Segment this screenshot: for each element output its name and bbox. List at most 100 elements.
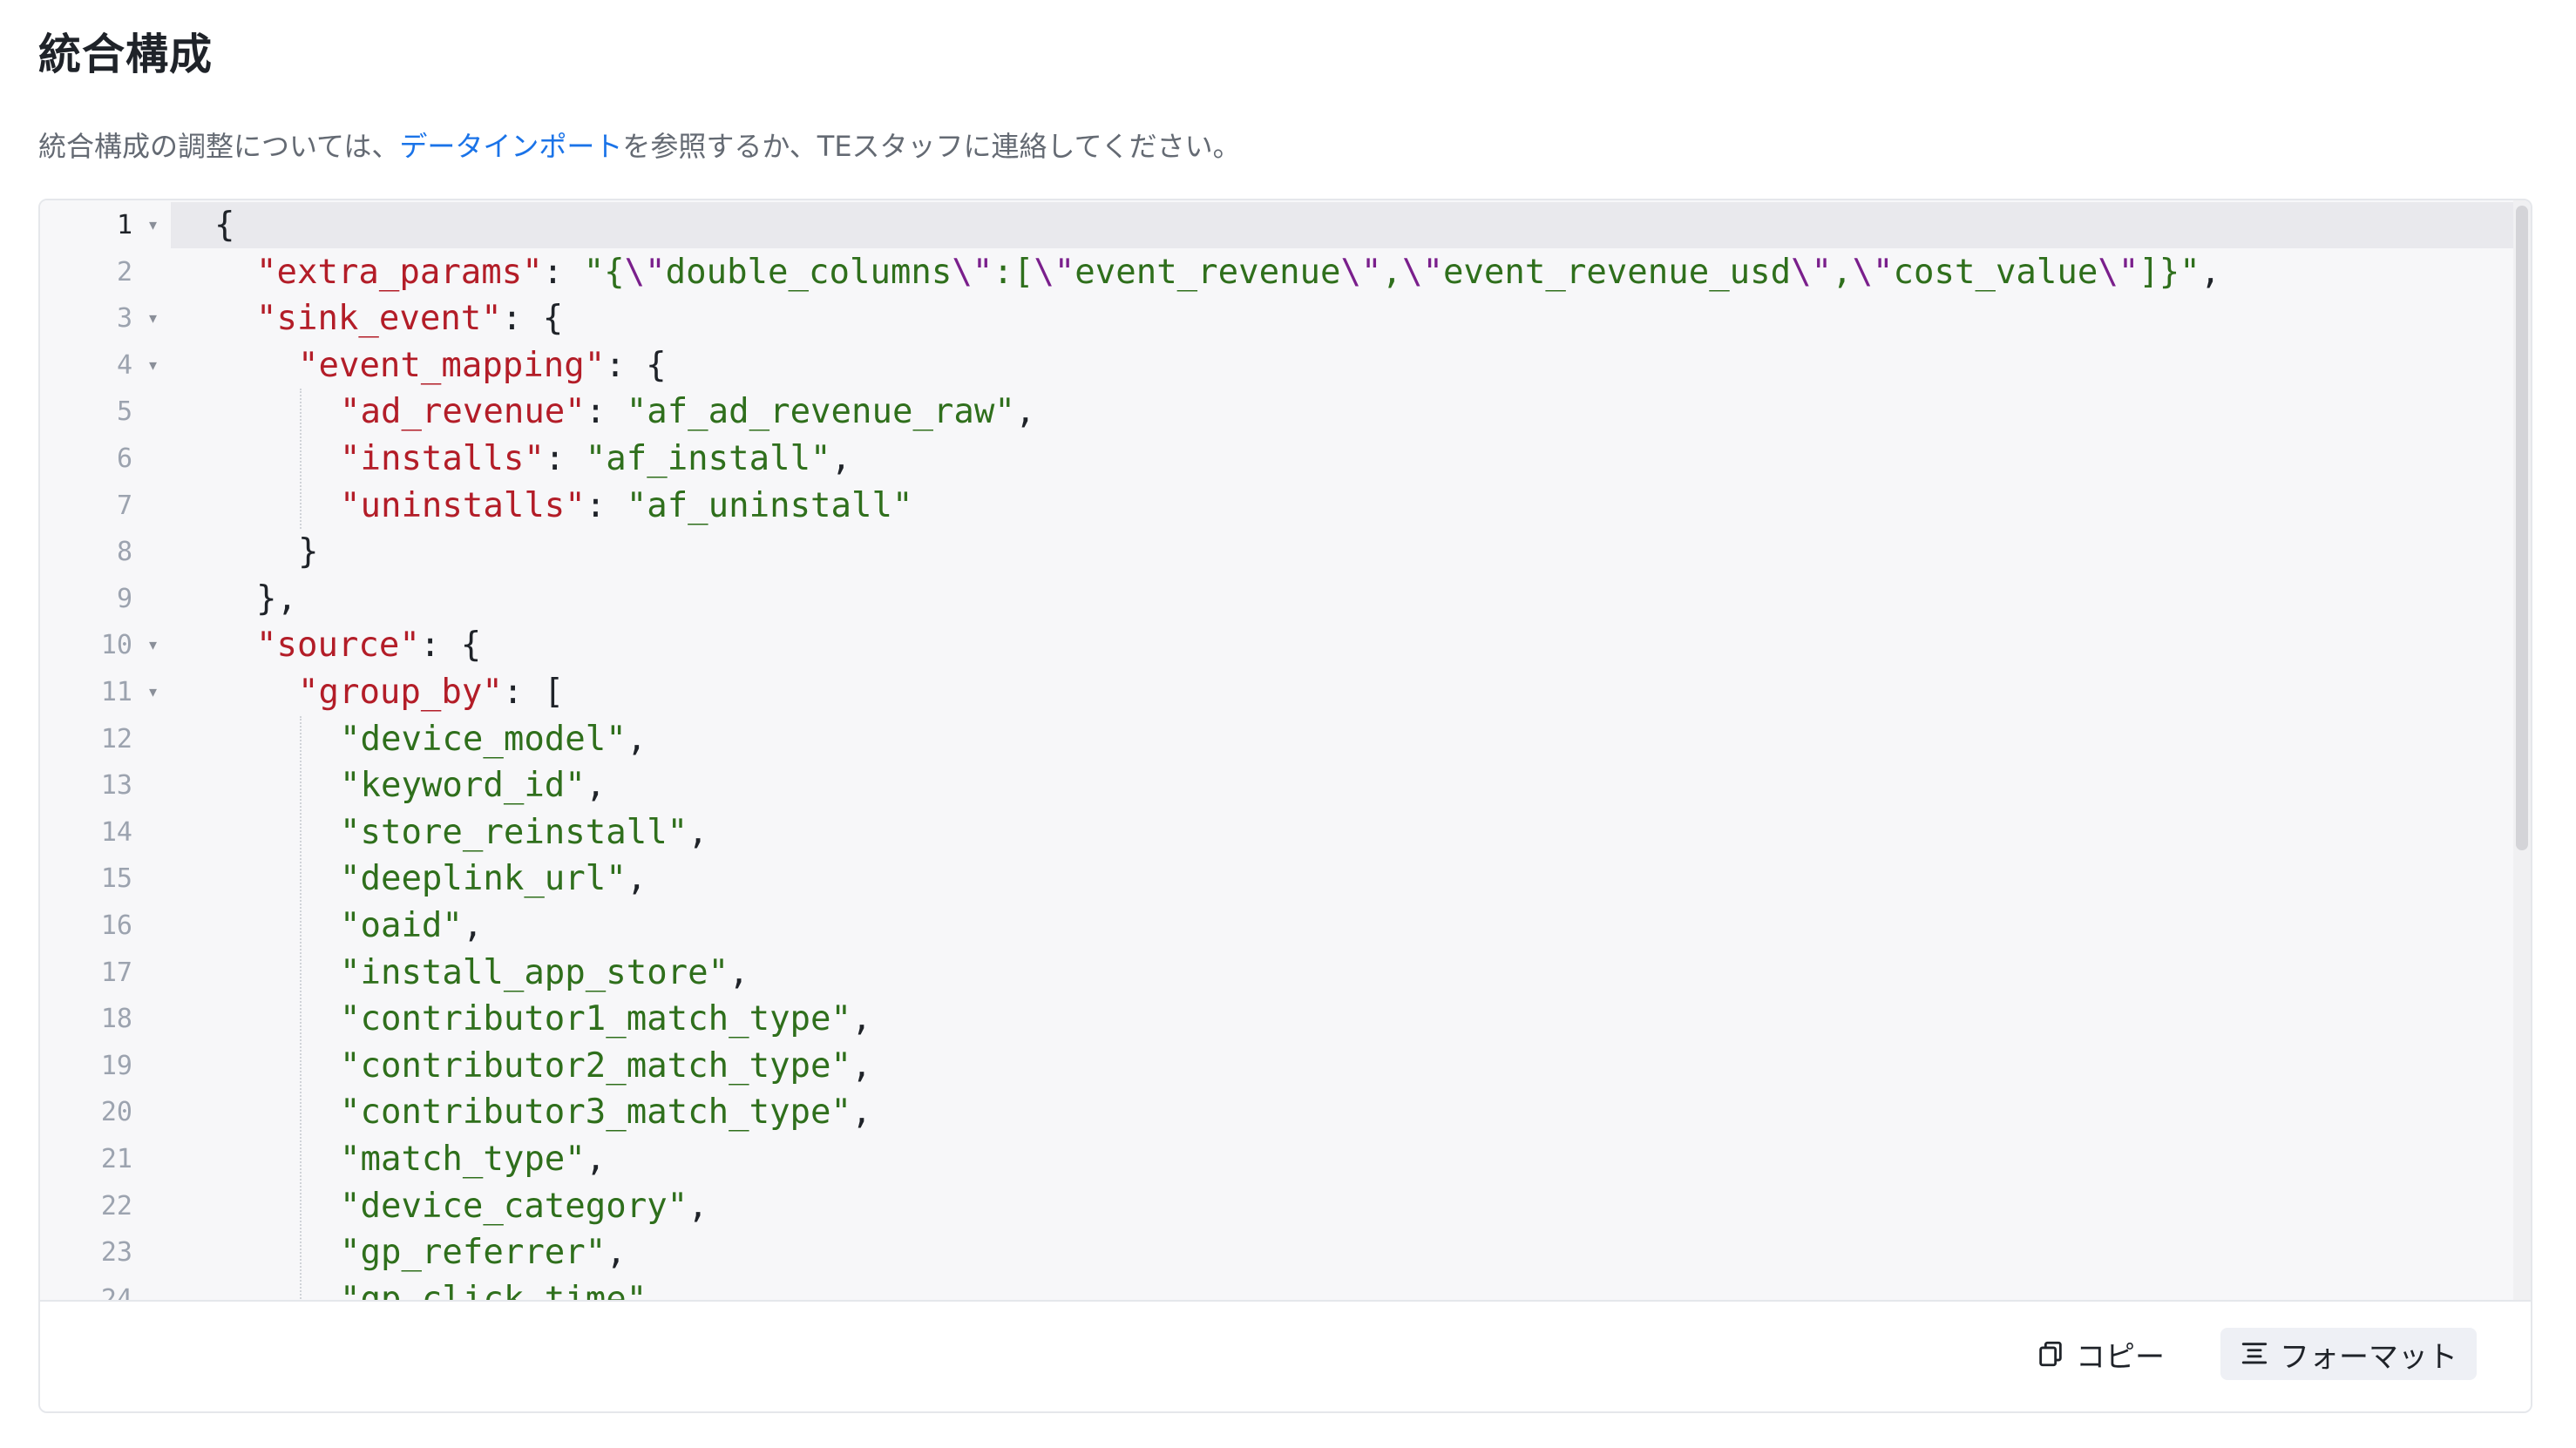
code-line-text: "group_by": [ <box>298 669 564 716</box>
gutter-row: 19 <box>40 1043 171 1090</box>
json-code-editor[interactable]: 1 ▾ 2 3 ▾ 4 ▾ 5 6 7 8 9 10 ▾ 11 ▾ 12 13 14 15 16 17 18 19 20 21 22… <box>40 200 2531 1300</box>
data-import-link[interactable]: データインポート <box>399 130 622 163</box>
code-line[interactable]: "extra_params": "{\"double_columns\":[\"… <box>171 249 2531 296</box>
line-number: 23 <box>100 1237 132 1269</box>
code-line-text: { <box>214 202 234 249</box>
fold-toggle-icon[interactable]: ▾ <box>149 622 157 669</box>
code-line-text: "oaid", <box>340 903 483 950</box>
format-button-label: フォーマット <box>2280 1339 2457 1375</box>
vertical-scrollbar[interactable] <box>2513 200 2531 1300</box>
code-line[interactable]: "gp_click_time", <box>171 1276 2531 1300</box>
code-line[interactable]: "source": { <box>171 622 2531 669</box>
line-number: 1 <box>116 210 132 240</box>
code-line-text: "match_type", <box>340 1136 606 1183</box>
format-button[interactable]: フォーマット <box>2220 1328 2477 1380</box>
code-token: "oaid" <box>340 906 463 945</box>
fold-toggle-icon[interactable]: ▾ <box>149 202 157 249</box>
code-line[interactable]: "install_app_store", <box>171 950 2531 997</box>
code-token: "installs" <box>340 439 545 478</box>
code-token: \" <box>1401 252 1443 292</box>
code-line[interactable]: } <box>171 529 2531 576</box>
gutter-row: 20 <box>40 1089 171 1136</box>
code-line[interactable]: "ad_revenue": "af_ad_revenue_raw", <box>171 389 2531 436</box>
code-token: \" <box>1791 252 1833 292</box>
code-line[interactable]: }, <box>171 576 2531 623</box>
code-line[interactable]: "sink_event": { <box>171 295 2531 342</box>
code-line-text: "contributor2_match_type", <box>340 1043 871 1090</box>
code-line[interactable]: "event_mapping": { <box>171 342 2531 389</box>
code-token: , <box>1381 252 1402 292</box>
gutter-row: 14 <box>40 809 171 856</box>
fold-toggle-icon[interactable]: ▾ <box>149 342 157 389</box>
code-line[interactable]: "device_category", <box>171 1183 2531 1230</box>
gutter-row: 7 <box>40 483 171 530</box>
line-number: 9 <box>116 583 132 614</box>
code-token: "contributor3_match_type" <box>340 1093 851 1133</box>
code-token: : <box>544 439 586 478</box>
code-token: \" <box>1340 252 1382 292</box>
gutter-row: 10 ▾ <box>40 622 171 669</box>
code-line[interactable]: "contributor2_match_type", <box>171 1043 2531 1090</box>
code-token: , <box>851 999 872 1039</box>
fold-toggle-icon[interactable]: ▾ <box>149 295 157 342</box>
code-line-text: "keyword_id", <box>340 762 606 809</box>
code-token: : { <box>501 299 564 339</box>
code-token: double_columns <box>665 252 952 292</box>
editor-footer: コピー フォーマット <box>40 1300 2531 1411</box>
code-line[interactable]: "gp_referrer", <box>171 1229 2531 1276</box>
code-line[interactable]: "installs": "af_install", <box>171 436 2531 483</box>
line-number: 11 <box>100 677 132 707</box>
code-token: "group_by" <box>298 673 503 712</box>
gutter-row: 1 ▾ <box>40 202 171 249</box>
code-line-text: "install_app_store", <box>340 950 749 997</box>
gutter-row: 4 ▾ <box>40 342 171 389</box>
format-align-icon <box>2240 1339 2269 1369</box>
code-line[interactable]: "uninstalls": "af_uninstall" <box>171 483 2531 530</box>
code-line[interactable]: { <box>171 202 2531 249</box>
code-line[interactable]: "store_reinstall", <box>171 809 2531 856</box>
code-line[interactable]: "device_model", <box>171 716 2531 763</box>
line-number: 14 <box>100 816 132 848</box>
code-line[interactable]: "deeplink_url", <box>171 856 2531 903</box>
gutter-row: 6 <box>40 436 171 483</box>
code-line[interactable]: "oaid", <box>171 903 2531 950</box>
description-prefix: 統合構成の調整については、 <box>38 130 400 163</box>
gutter-row: 2 <box>40 249 171 296</box>
code-line[interactable]: "match_type", <box>171 1136 2531 1183</box>
fold-toggle-icon[interactable]: ▾ <box>149 669 157 716</box>
code-token: "device_category" <box>340 1186 688 1226</box>
code-line-text: }, <box>256 576 297 623</box>
code-line[interactable]: "group_by": [ <box>171 669 2531 716</box>
code-token: "keyword_id" <box>340 766 586 806</box>
code-token: "extra_params" <box>256 252 543 292</box>
copy-button[interactable]: コピー <box>2017 1328 2184 1380</box>
code-token: "device_model" <box>340 719 627 759</box>
line-number: 17 <box>100 957 132 988</box>
gutter-row: 5 <box>40 389 171 436</box>
code-area[interactable]: {"extra_params": "{\"double_columns\":[\… <box>171 200 2531 1300</box>
code-line[interactable]: "contributor1_match_type", <box>171 996 2531 1043</box>
gutter-row: 13 <box>40 762 171 809</box>
line-number: 3 <box>116 303 132 335</box>
code-line[interactable]: "keyword_id", <box>171 762 2531 809</box>
code-line[interactable]: "contributor3_match_type", <box>171 1089 2531 1136</box>
code-token: "af_install" <box>585 439 831 478</box>
line-number: 21 <box>100 1144 132 1174</box>
description-suffix: を参照するか、TEスタッフに連絡してください。 <box>622 130 1241 163</box>
code-token: "{ <box>583 252 625 292</box>
code-token: , <box>626 719 647 759</box>
code-line-text: "gp_click_time", <box>340 1276 668 1300</box>
code-token: , <box>688 1186 708 1226</box>
code-token: : <box>542 252 584 292</box>
line-number: 5 <box>116 396 132 428</box>
code-token: "install_app_store" <box>340 952 729 992</box>
indent-guide <box>300 389 302 530</box>
line-number: 7 <box>116 490 132 521</box>
code-line-text: "deeplink_url", <box>340 856 647 903</box>
scrollbar-thumb[interactable] <box>2516 206 2528 850</box>
code-token: , <box>729 952 749 992</box>
code-token: "contributor1_match_type" <box>340 999 851 1039</box>
gutter-row: 18 <box>40 996 171 1043</box>
copy-icon <box>2036 1339 2065 1369</box>
code-token: event_revenue_usd <box>1442 252 1792 292</box>
